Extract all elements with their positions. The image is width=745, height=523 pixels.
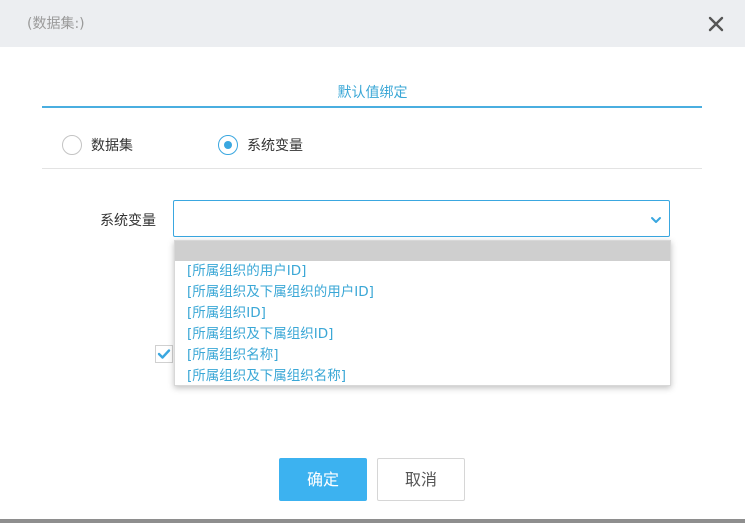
- dropdown-option[interactable]: [所属组织及下属组织名称]: [175, 366, 670, 385]
- chevron-down-icon[interactable]: [649, 212, 663, 231]
- radio-system-variable[interactable]: 系统变量: [218, 134, 303, 156]
- radio-dataset[interactable]: 数据集: [62, 134, 133, 156]
- system-variable-label: 系统变量: [100, 213, 156, 229]
- radio-dataset-label: 数据集: [91, 138, 133, 154]
- dialog-title: (数据集:): [27, 16, 85, 32]
- dropdown-option[interactable]: [所属组织及下属组织的用户ID]: [175, 282, 670, 303]
- dropdown-option[interactable]: [所属组织及下属组织ID]: [175, 324, 670, 345]
- dialog: (数据集:) 默认值绑定 数据集 系统变量 系统变量 [所属组织的用户ID] […: [0, 0, 745, 523]
- option-checkbox[interactable]: [155, 345, 173, 363]
- section-underline: [42, 106, 702, 108]
- dialog-titlebar: (数据集:): [0, 0, 745, 47]
- close-icon[interactable]: [706, 14, 726, 34]
- system-variable-dropdown: [所属组织的用户ID] [所属组织及下属组织的用户ID] [所属组织ID] [所…: [174, 240, 671, 386]
- checkmark-icon: [157, 349, 171, 359]
- cancel-button[interactable]: 取消: [377, 458, 465, 501]
- radio-system-variable-circle[interactable]: [218, 135, 238, 155]
- confirm-button[interactable]: 确定: [279, 458, 367, 501]
- section-title: 默认值绑定: [337, 85, 408, 101]
- bottom-bar: [0, 519, 745, 523]
- radio-dataset-circle[interactable]: [62, 135, 82, 155]
- divider: [42, 168, 702, 169]
- dropdown-option[interactable]: [所属组织的用户ID]: [175, 261, 670, 282]
- radio-system-variable-label: 系统变量: [247, 138, 303, 154]
- dropdown-option[interactable]: [所属组织名称]: [175, 345, 670, 366]
- dropdown-option-empty[interactable]: [175, 241, 670, 261]
- dropdown-option[interactable]: [所属组织ID]: [175, 303, 670, 324]
- system-variable-select[interactable]: [173, 200, 670, 237]
